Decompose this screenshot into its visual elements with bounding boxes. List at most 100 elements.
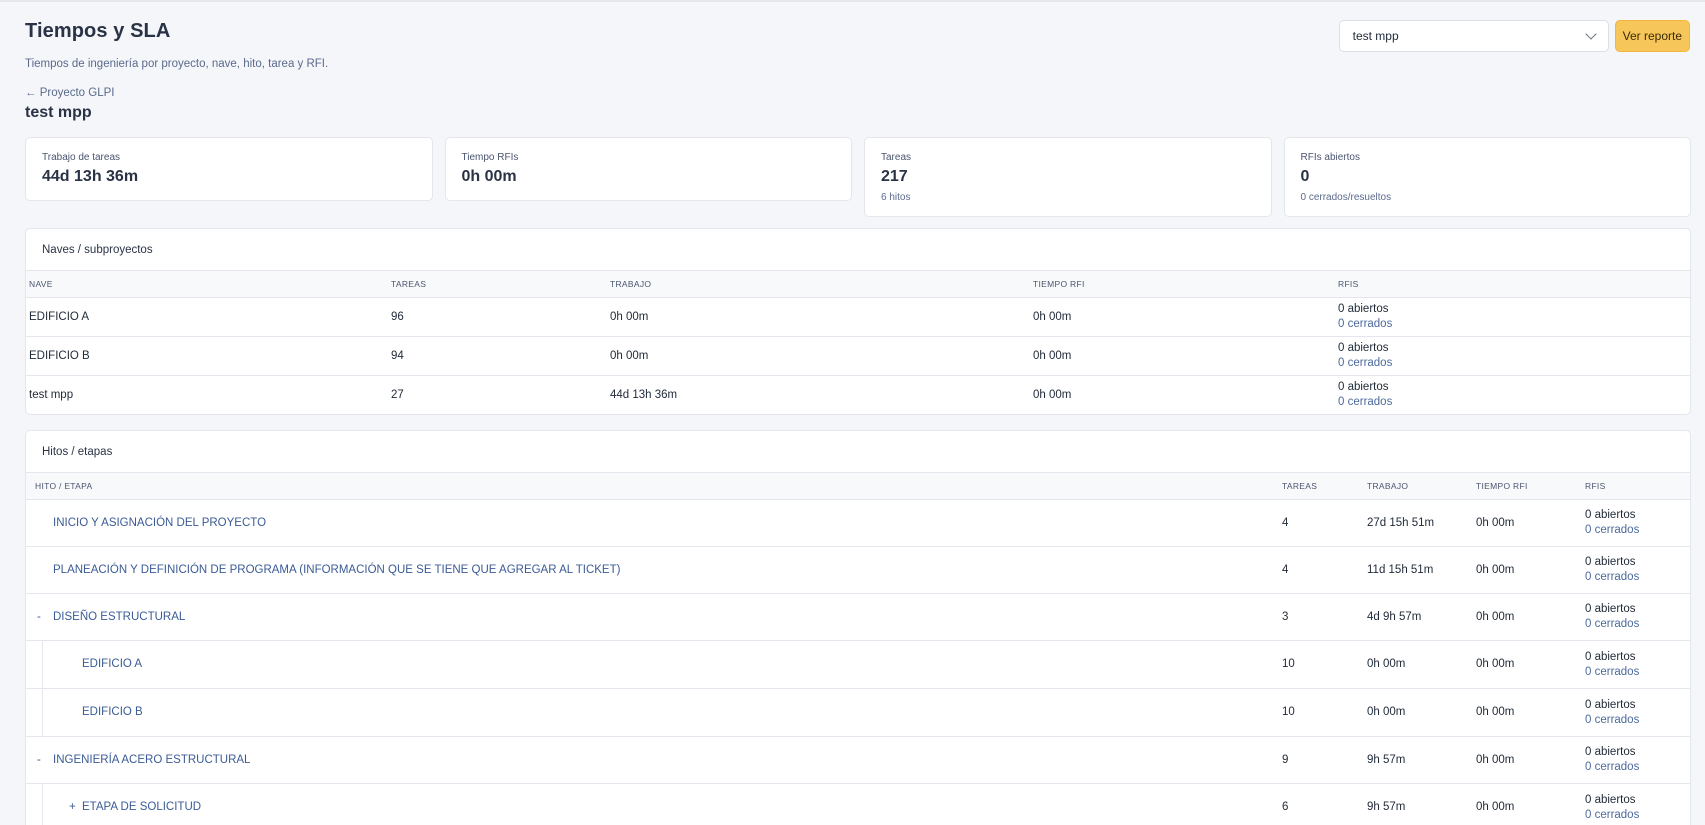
card-tasks: Tareas 217 6 hitos [864,137,1272,217]
rfi-closed-link[interactable]: 0 cerrados [1338,357,1690,369]
nave-tiempo-rfi: 0h 00m [1030,297,1335,337]
col-trabajo: TRABAJO [607,271,1030,298]
naves-panel: Naves / subproyectos NAVE TAREAS TRABAJO… [25,228,1691,415]
rfi-closed-link[interactable]: 0 cerrados [1585,809,1690,821]
hito-rfis: 0 abiertos 0 cerrados [1585,546,1690,594]
card-sub: 0 cerrados/resueltos [1300,192,1392,203]
card-value: 217 [881,168,908,185]
hitos-table: HITO / ETAPA TAREAS TRABAJO TIEMPO RFI R… [26,473,1690,825]
card-open-rfis: RFIs abiertos 0 0 cerrados/resueltos [1283,137,1691,217]
rfi-closed-link[interactable]: 0 cerrados [1585,666,1690,678]
nave-trabajo: 0h 00m [607,297,1030,337]
hito-row: EDIFICIO B 10 0h 00m 0h 00m 0 abiertos 0 cerr… [26,688,1690,737]
hito-name-link[interactable]: INGENIERÍA ACERO ESTRUCTURAL [53,754,250,766]
nave-name: test mpp [29,388,74,401]
hito-trabajo: 11d 15h 51m [1367,546,1476,594]
hito-trabajo: 27d 15h 51m [1367,499,1476,547]
project-name: test mpp [25,104,92,121]
hito-cell: - INGENIERÍA ACERO ESTRUCTURAL [26,736,1282,784]
hito-cell: PLANEACIÓN Y DEFINICIÓN DE PROGRAMA (INF… [26,546,1282,594]
hito-tiempo-rfi: 0h 00m [1476,546,1585,594]
hito-name-link[interactable]: DISEÑO ESTRUCTURAL [53,611,185,623]
hito-tareas: 4 [1282,546,1367,594]
hito-tareas: 4 [1282,499,1367,547]
rfi-open-count: 0 abiertos [1338,303,1389,315]
nave-rfis: 0 abiertos 0 cerrados [1335,297,1690,337]
nave-row: EDIFICIO A 96 0h 00m 0h 00m 0 abiertos 0 cerr… [26,297,1690,337]
rfi-closed-link[interactable]: 0 cerrados [1585,618,1690,630]
hito-row: INICIO Y ASIGNACIÓN DEL PROYECTO 4 27d 15h… [26,499,1690,547]
hito-row: EDIFICIO A 10 0h 00m 0h 00m 0 abiertos 0 cerr… [26,640,1690,689]
back-link[interactable]: ← Proyecto GLPI [25,87,114,99]
hitos-title: Hitos / etapas [26,431,1690,473]
hito-rfis: 0 abiertos 0 cerrados [1585,499,1690,547]
hito-tiempo-rfi: 0h 00m [1476,688,1585,737]
rfi-closed-link[interactable]: 0 cerrados [1585,714,1690,726]
nave-name: EDIFICIO B [26,336,388,376]
rfi-open-count: 0 abiertos [1585,698,1636,711]
card-sub: 6 hitos [881,192,911,203]
hito-tiempo-rfi: 0h 00m [1476,499,1585,547]
chevron-down-icon [1584,28,1597,40]
card-value: 0h 00m [461,168,517,185]
hito-rfis: 0 abiertos 0 cerrados [1585,688,1690,737]
expand-toggle-icon[interactable]: - [37,611,53,623]
col-tareas: TAREAS [388,271,607,298]
rfi-open-count: 0 abiertos [1585,603,1636,615]
hito-trabajo: 4d 9h 57m [1367,593,1476,641]
hitos-panel: Hitos / etapas HITO / ETAPA TAREAS TRABA… [25,430,1691,825]
hito-tareas: 9 [1282,736,1367,784]
rfi-open-count: 0 abiertos [1585,509,1636,521]
project-select[interactable]: test mpp [1338,20,1609,52]
nave-row: test mpp 27 44d 13h 36m 0h 00m 0 abiertos 0 c… [26,375,1690,414]
indent-guide [26,640,43,688]
hito-trabajo: 9h 57m [1367,801,1406,813]
hito-tareas: 3 [1282,593,1367,641]
rfi-closed-link[interactable]: 0 cerrados [1338,396,1690,408]
rfi-closed-link[interactable]: 0 cerrados [1585,524,1690,536]
hito-trabajo: 9h 57m [1367,736,1476,784]
col-hito: HITO / ETAPA [26,473,1282,500]
nave-tareas: 94 [388,336,607,376]
rfi-closed-link[interactable]: 0 cerrados [1585,761,1690,773]
card-label: RFIs abiertos [1300,152,1360,163]
rfi-open-count: 0 abiertos [1338,381,1389,394]
col-tareas: TAREAS [1282,473,1367,500]
nave-name: EDIFICIO A [26,297,388,337]
top-divider [0,0,1705,2]
card-rfi-time: Tiempo RFIs 0h 00m [444,137,852,201]
view-report-button[interactable]: Ver reporte [1614,20,1690,52]
card-label: Tiempo RFIs [461,152,519,163]
rfi-closed-link[interactable]: 0 cerrados [1338,318,1690,330]
col-rfis: RFIS [1335,271,1690,298]
hito-name-link[interactable]: EDIFICIO A [82,658,142,670]
page-subtitle: Tiempos de ingeniería por proyecto, nave… [25,58,329,70]
rfi-closed-link[interactable]: 0 cerrados [1585,571,1690,583]
card-value: 44d 13h 36m [42,168,139,185]
hito-trabajo: 0h 00m [1367,688,1476,737]
hito-row: - DISEÑO ESTRUCTURAL 3 4d 9h 57m 0h 00m 0 abi… [26,593,1690,641]
expand-toggle-icon[interactable]: - [37,754,53,766]
nave-tiempo-rfi: 0h 00m [1030,336,1335,376]
hito-rfis: 0 abiertos 0 cerrados [1585,593,1690,641]
indent-guide [26,783,43,825]
indent-guide [26,688,43,736]
hito-tareas: 6 [1282,801,1289,813]
hito-rfis: 0 abiertos 0 cerrados [1585,736,1690,784]
col-rfis: RFIS [1585,473,1690,500]
hito-name-link[interactable]: PLANEACIÓN Y DEFINICIÓN DE PROGRAMA (INF… [53,564,620,576]
rfi-open-count: 0 abiertos [1585,650,1636,663]
hito-name-link[interactable]: INICIO Y ASIGNACIÓN DEL PROYECTO [53,517,266,529]
hito-cell: + ETAPA DE SOLICITUD [26,783,1282,825]
expand-toggle-icon[interactable]: + [69,801,82,813]
nave-row: EDIFICIO B 94 0h 00m 0h 00m 0 abiertos 0 cerr… [26,336,1690,376]
hito-tareas: 10 [1282,640,1367,689]
nave-trabajo: 44d 13h 36m [610,388,678,401]
hito-name-link[interactable]: EDIFICIO B [82,706,143,718]
hito-name-link[interactable]: ETAPA DE SOLICITUD [82,801,201,813]
rfi-open-count: 0 abiertos [1585,556,1636,568]
naves-title: Naves / subproyectos [26,229,1690,271]
rfi-open-count: 0 abiertos [1585,793,1636,806]
hito-trabajo: 0h 00m [1367,640,1476,689]
card-label: Trabajo de tareas [42,152,121,163]
